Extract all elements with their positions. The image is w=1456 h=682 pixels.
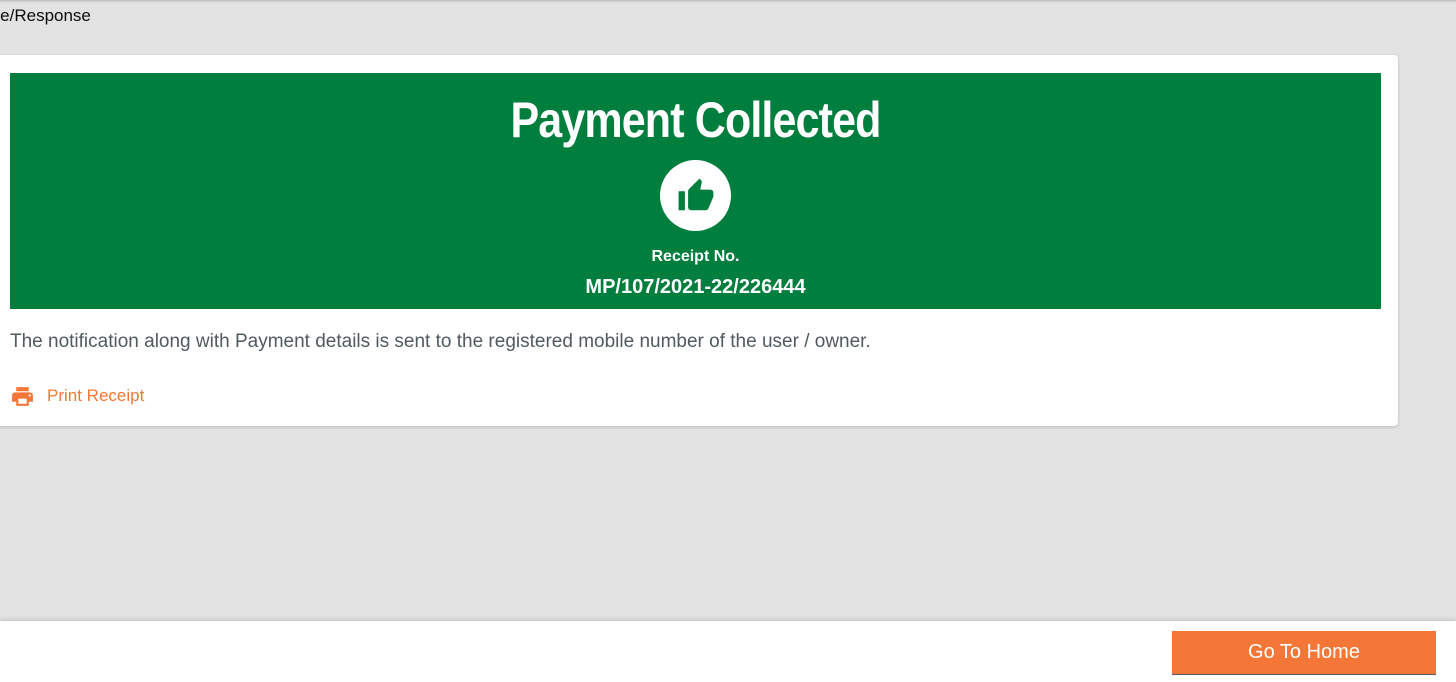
- top-shadow: [0, 0, 1456, 3]
- action-footer: Go To Home: [0, 621, 1456, 682]
- thumbs-up-icon: [660, 160, 731, 231]
- printer-icon: [12, 386, 33, 406]
- payment-response-card: Payment Collected Receipt No. MP/107/202…: [0, 55, 1398, 426]
- receipt-label: Receipt No.: [651, 248, 740, 265]
- go-to-home-button[interactable]: Go To Home: [1172, 631, 1436, 675]
- notification-message: The notification along with Payment deta…: [10, 331, 871, 352]
- page-title: Payment Collected: [510, 92, 881, 148]
- print-receipt-button[interactable]: Print Receipt: [10, 383, 144, 409]
- breadcrumb: me/Response: [0, 6, 91, 25]
- print-receipt-label: Print Receipt: [47, 386, 145, 405]
- receipt-number: MP/107/2021-22/226444: [585, 276, 806, 298]
- thumbs-up-glyph: [678, 178, 714, 211]
- success-banner: Payment Collected Receipt No. MP/107/202…: [10, 73, 1381, 309]
